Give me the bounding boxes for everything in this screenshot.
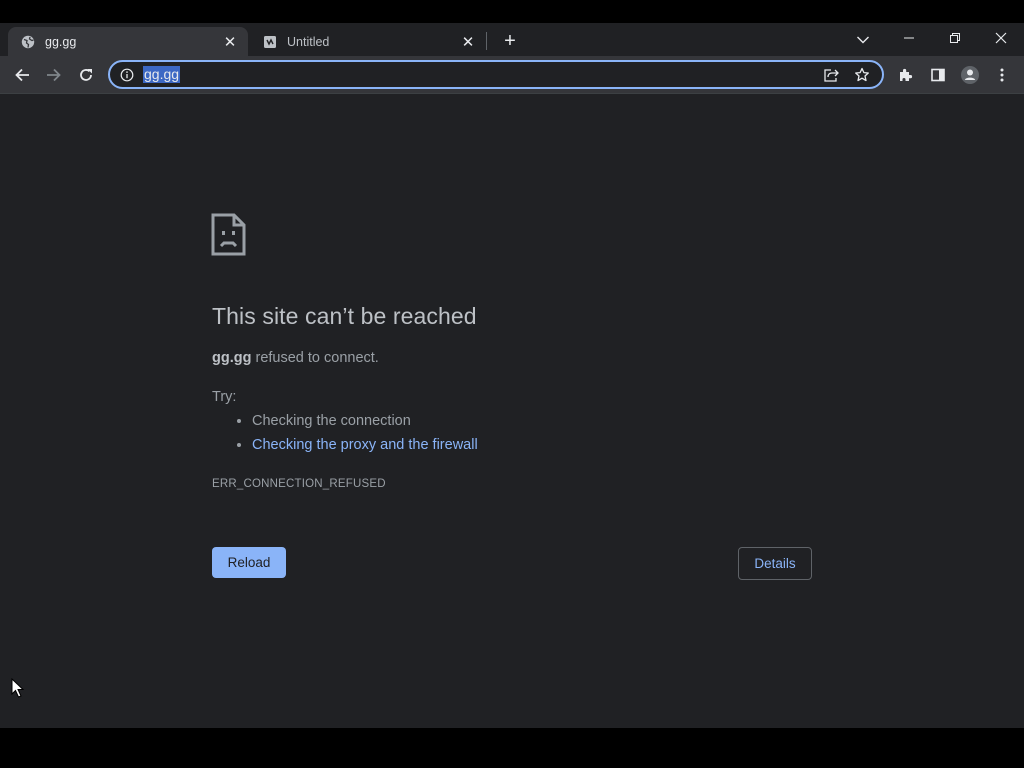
details-button[interactable]: Details bbox=[738, 547, 812, 580]
tab-search-chevron-down-icon[interactable] bbox=[852, 29, 874, 51]
document-icon bbox=[262, 34, 278, 50]
close-tab-icon[interactable]: ✕ bbox=[460, 34, 476, 51]
side-panel-icon[interactable] bbox=[925, 62, 951, 88]
browser-window: gg.gg ✕ Untitled ✕ + gg.gg This site can… bbox=[0, 23, 1024, 728]
kebab-menu-icon[interactable] bbox=[989, 62, 1015, 88]
reload-icon[interactable] bbox=[73, 62, 99, 88]
close-window-icon[interactable] bbox=[978, 23, 1024, 53]
forward-arrow-icon[interactable] bbox=[41, 62, 67, 88]
try-label: Try: bbox=[212, 389, 237, 405]
profile-avatar-icon[interactable] bbox=[957, 62, 983, 88]
error-host: gg.gg bbox=[212, 350, 252, 366]
globe-icon bbox=[20, 34, 36, 50]
screen-letterbox-bottom bbox=[0, 728, 1024, 768]
tab-divider bbox=[486, 32, 487, 50]
error-page: This site can’t be reached gg.gg refused… bbox=[0, 94, 1024, 728]
url-text[interactable]: gg.gg bbox=[143, 66, 181, 83]
tab-gg-gg[interactable]: gg.gg ✕ bbox=[8, 27, 248, 56]
close-tab-icon[interactable]: ✕ bbox=[222, 34, 238, 51]
screen-letterbox-top bbox=[0, 0, 1024, 23]
tab-strip: gg.gg ✕ Untitled ✕ + bbox=[0, 23, 1024, 56]
mouse-pointer-icon bbox=[11, 677, 25, 698]
minimize-icon[interactable] bbox=[886, 23, 932, 53]
back-arrow-icon[interactable] bbox=[9, 62, 35, 88]
tab-title: Untitled bbox=[287, 34, 330, 49]
reload-button[interactable]: Reload bbox=[212, 547, 286, 578]
tab-title: gg.gg bbox=[45, 34, 77, 49]
restore-icon[interactable] bbox=[932, 23, 978, 53]
suggestion-item: Checking the connection bbox=[252, 412, 478, 436]
address-bar[interactable]: gg.gg bbox=[108, 60, 884, 89]
navigation-toolbar: gg.gg bbox=[0, 56, 1024, 93]
share-icon[interactable] bbox=[820, 64, 842, 86]
site-info-icon[interactable] bbox=[119, 67, 135, 83]
extensions-puzzle-icon[interactable] bbox=[893, 62, 919, 88]
new-tab-button[interactable]: + bbox=[498, 29, 522, 53]
error-heading: This site can’t be reached bbox=[212, 303, 477, 329]
tab-untitled[interactable]: Untitled ✕ bbox=[250, 27, 486, 56]
error-summary: gg.gg refused to connect. bbox=[212, 350, 379, 366]
sad-document-icon bbox=[211, 213, 246, 256]
suggestion-link-proxy-firewall[interactable]: Checking the proxy and the firewall bbox=[252, 436, 478, 460]
suggestion-list: Checking the connection Checking the pro… bbox=[212, 412, 478, 460]
bookmark-star-icon[interactable] bbox=[851, 64, 873, 86]
error-summary-text: refused to connect. bbox=[251, 350, 379, 366]
error-code: ERR_CONNECTION_REFUSED bbox=[212, 478, 386, 490]
